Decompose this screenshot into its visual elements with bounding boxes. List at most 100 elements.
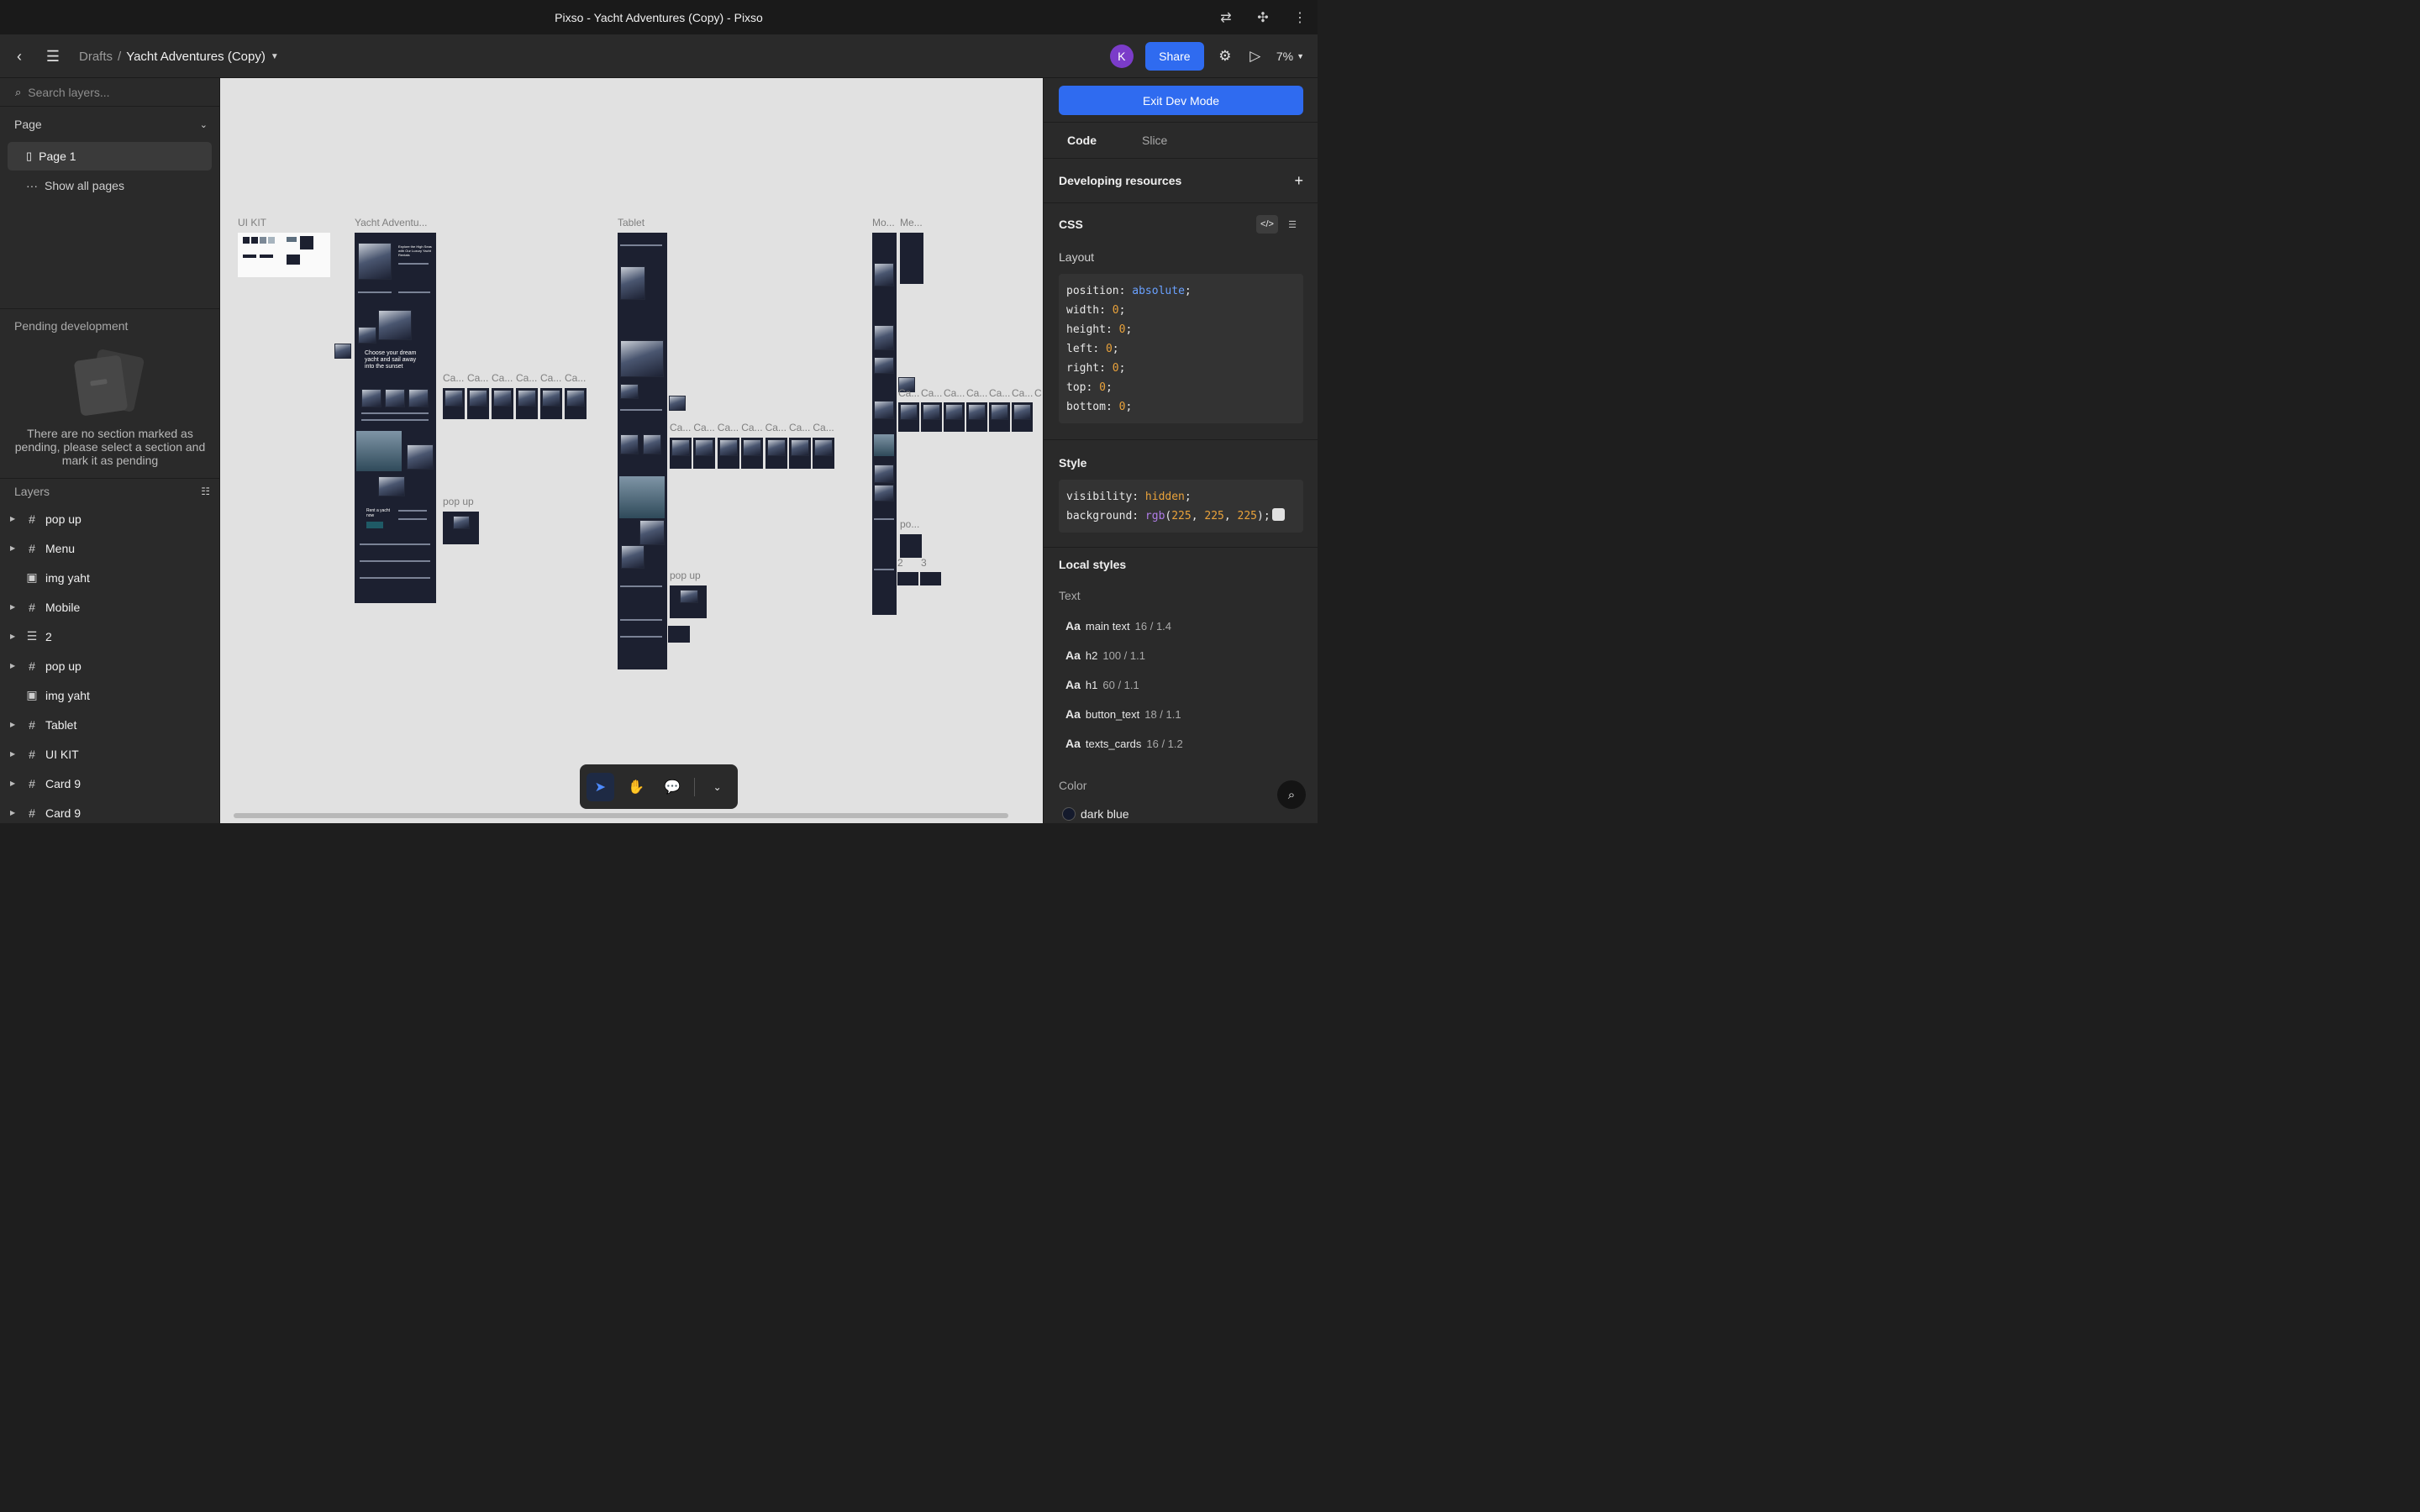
frame-label-card[interactable]: Ca... (540, 372, 561, 384)
expand-caret-icon[interactable]: ▶ (10, 633, 24, 640)
zoom-dropdown[interactable]: 7% ▼ (1276, 50, 1304, 63)
frame-card[interactable] (789, 438, 811, 469)
text-style-item[interactable]: Aa main text 16 / 1.4 (1065, 619, 1171, 633)
frame-label-ui-kit[interactable]: UI KIT (238, 217, 266, 228)
frame-label-card[interactable]: Ca... (898, 387, 919, 399)
layer-item[interactable]: ▶ # pop up (0, 651, 219, 680)
frame-label-3[interactable]: 3 (921, 557, 927, 569)
layer-item[interactable]: ▶ # pop up (0, 504, 219, 533)
layer-item[interactable]: ▶ # Card 9 (0, 769, 219, 798)
frame-label-card[interactable]: Ca... (989, 387, 1010, 399)
tab-slice[interactable]: Slice (1142, 134, 1167, 147)
frame-card[interactable] (989, 402, 1010, 432)
frame-label-2[interactable]: 2 (897, 557, 903, 569)
search-icon[interactable]: ⌕ (1277, 780, 1306, 809)
color-swatch[interactable] (1271, 508, 1285, 521)
frame-label-yacht-adventures[interactable]: Yacht Adventu... (355, 217, 428, 228)
text-style-item[interactable]: Aa texts_cards 16 / 1.2 (1065, 737, 1183, 750)
layer-item[interactable]: ▶ ☰ 2 (0, 622, 219, 651)
frame-label-mobile[interactable]: Mo... (872, 217, 895, 228)
frame-label-pop-up[interactable]: pop up (443, 496, 474, 507)
page-item-1[interactable]: ▯ Page 1 (8, 142, 212, 171)
horizontal-scrollbar[interactable] (234, 813, 1008, 818)
frame-card[interactable] (443, 388, 465, 419)
expand-caret-icon[interactable]: ▶ (10, 515, 24, 522)
comment-tool-icon[interactable]: 💬 (659, 773, 687, 801)
frame-label-card[interactable]: Ca... (492, 372, 513, 384)
frame-label-card[interactable]: Ca... (966, 387, 987, 399)
frame-card[interactable] (944, 402, 965, 432)
expand-caret-icon[interactable]: ▶ (10, 603, 24, 611)
frame-pop-up-tablet[interactable] (670, 585, 707, 618)
avatar[interactable]: K (1109, 45, 1134, 68)
dev-mode-icon[interactable]: ⚙ (1216, 48, 1234, 65)
move-tool-icon[interactable]: ➤ (587, 772, 614, 801)
text-style-item[interactable]: Aa button_text 18 / 1.1 (1065, 707, 1181, 721)
frame-card[interactable] (717, 438, 739, 469)
chevron-down-icon[interactable]: ▼ (271, 52, 279, 61)
frame-label-card[interactable]: Ca... (565, 372, 586, 384)
frame-label-card[interactable]: Ca... (443, 372, 464, 384)
layer-item[interactable]: ▶ # Card 9 (0, 798, 219, 823)
frame-label-card[interactable]: Ca... (516, 372, 537, 384)
layer-item[interactable]: ▶ # Menu (0, 533, 219, 563)
add-icon[interactable]: + (1294, 172, 1303, 190)
expand-caret-icon[interactable]: ▶ (10, 721, 24, 728)
search-input[interactable]: Search layers... (28, 86, 109, 99)
tab-code[interactable]: Code (1067, 134, 1097, 147)
frame-label-card[interactable]: Ca... (813, 422, 834, 433)
frame-label-card[interactable]: Ca... (921, 387, 942, 399)
frame-small-tablet[interactable] (668, 626, 690, 643)
frame-label-card[interactable]: Ca... (693, 422, 714, 433)
frame-label-pop-up-tablet[interactable]: pop up (670, 570, 701, 581)
frame-card[interactable] (1012, 402, 1033, 432)
frame-card[interactable] (467, 388, 489, 419)
layers-sort-icon[interactable]: ☷ (201, 486, 210, 497)
frame-card[interactable] (540, 388, 562, 419)
img-yaht-thumbnail[interactable] (334, 344, 351, 359)
frame-label-card[interactable]: Ca... (670, 422, 691, 433)
frame-label-menu[interactable]: Me... (900, 217, 923, 228)
expand-caret-icon[interactable]: ▶ (10, 544, 24, 552)
frame-pop-up[interactable] (443, 512, 479, 544)
frame-label-card[interactable]: Ca... (741, 422, 762, 433)
frame-card[interactable] (516, 388, 538, 419)
style-code-block[interactable]: visibility: hidden; background: rgb(225,… (1059, 480, 1303, 533)
frame-2[interactable] (897, 572, 918, 585)
frame-label-pop-up-mobile[interactable]: po... (900, 518, 919, 530)
design-canvas[interactable]: UI KIT Yacht Adventu... Explore the High… (220, 78, 1043, 823)
play-icon[interactable]: ▷ (1246, 48, 1265, 65)
frame-yacht-adventures[interactable]: Explore the High Seas with Our Luxury Ya… (355, 233, 436, 603)
frame-card[interactable] (966, 402, 987, 432)
layer-item[interactable]: ▣ img yaht (0, 680, 219, 710)
frame-label-card[interactable]: Ca... (944, 387, 965, 399)
color-style-item[interactable]: dark blue (1062, 807, 1129, 821)
frame-tablet[interactable] (618, 233, 667, 669)
frame-label-card[interactable]: Ca... (789, 422, 810, 433)
frame-card[interactable] (898, 402, 919, 432)
layer-item[interactable]: ▣ img yaht (0, 563, 219, 592)
layer-item[interactable]: ▶ # Tablet (0, 710, 219, 739)
back-icon[interactable]: ‹ (10, 48, 29, 66)
expand-caret-icon[interactable]: ▶ (10, 750, 24, 758)
code-view-icon[interactable]: </> (1256, 215, 1278, 234)
list-view-icon[interactable]: ☰ (1281, 215, 1303, 234)
main-menu-icon[interactable]: ☰ (44, 48, 62, 66)
frame-card[interactable] (921, 402, 942, 432)
expand-caret-icon[interactable]: ▶ (10, 780, 24, 787)
frame-3[interactable] (920, 572, 941, 585)
chevron-down-icon[interactable]: ⌄ (703, 773, 731, 801)
frame-ui-kit[interactable] (238, 233, 330, 277)
frame-mobile[interactable] (872, 233, 897, 615)
page-section-header[interactable]: Page ⌄ (0, 107, 219, 142)
frame-menu[interactable] (900, 233, 923, 284)
frame-card[interactable] (765, 438, 787, 469)
file-name[interactable]: Yacht Adventures (Copy) (126, 50, 266, 64)
frame-label-card[interactable]: C (1034, 387, 1042, 399)
layer-search[interactable]: ⌕ Search layers... (0, 78, 219, 107)
show-all-pages[interactable]: ··· Show all pages (0, 171, 219, 201)
frame-label-card[interactable]: Ca... (467, 372, 488, 384)
text-style-item[interactable]: Aa h1 60 / 1.1 (1065, 678, 1139, 691)
hand-tool-icon[interactable]: ✋ (623, 773, 650, 801)
share-button[interactable]: Share (1144, 42, 1204, 71)
